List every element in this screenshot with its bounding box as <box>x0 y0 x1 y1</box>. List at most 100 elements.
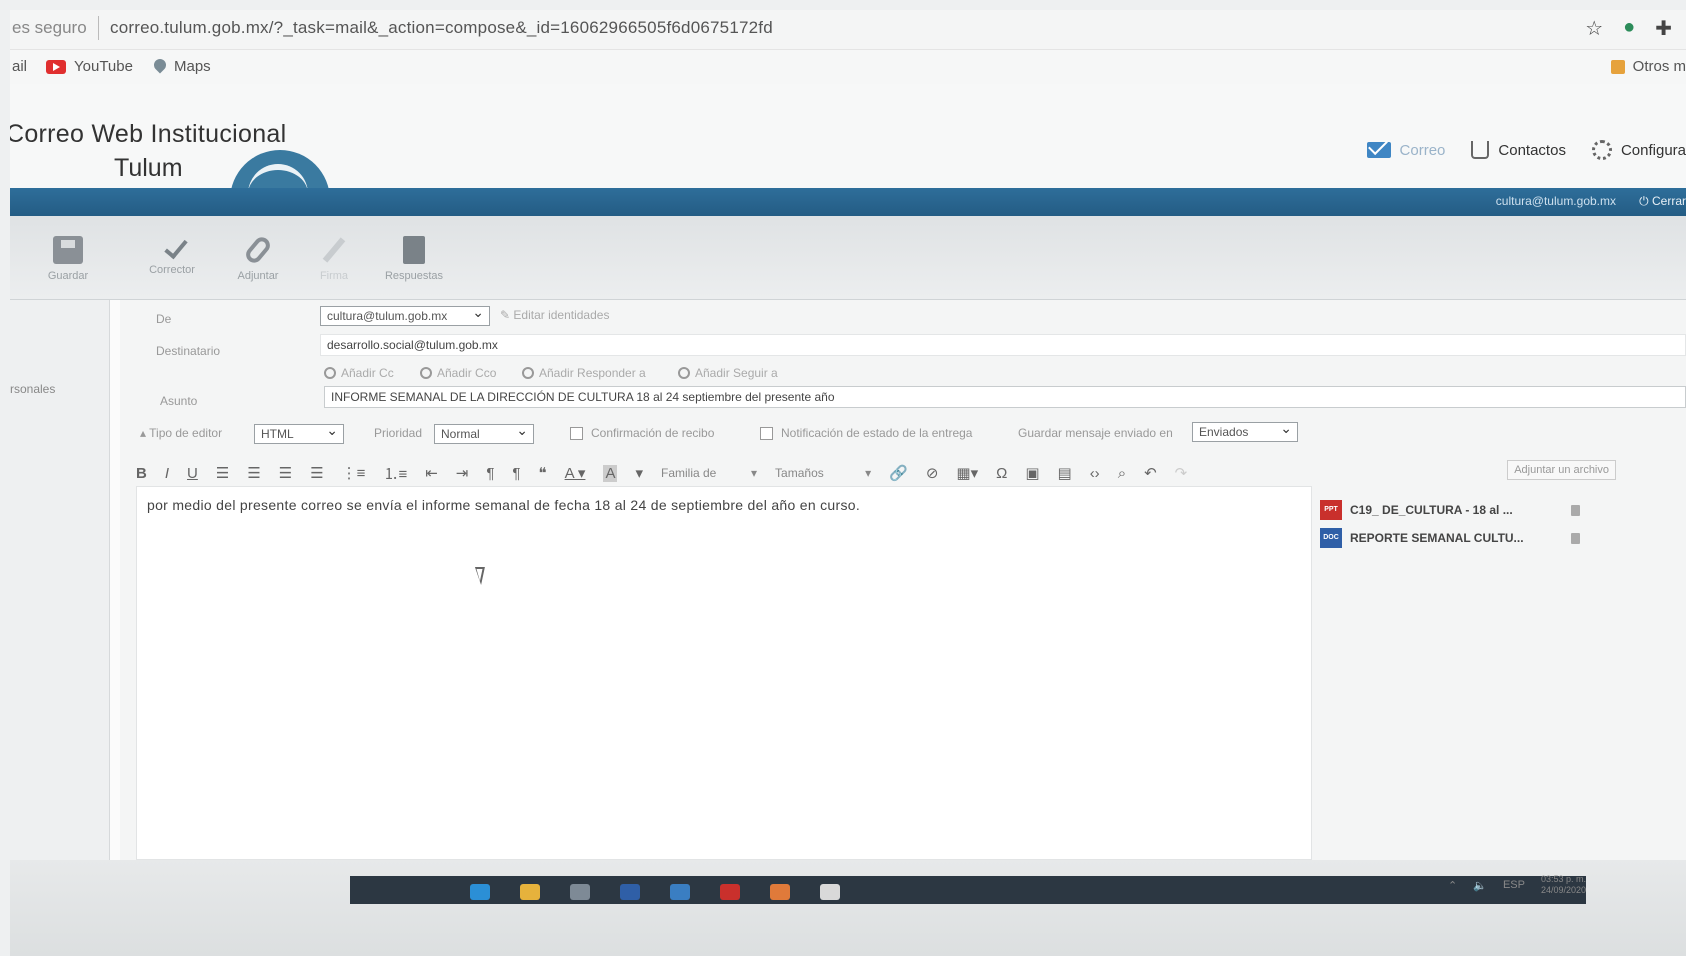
image-icon[interactable]: ▣ <box>1025 464 1039 482</box>
blockquote-icon[interactable]: ❝ <box>538 464 546 482</box>
nav-contacts[interactable]: Contactos <box>1471 141 1566 159</box>
powerpoint-icon[interactable] <box>720 884 740 900</box>
language-indicator[interactable]: ESP <box>1503 879 1525 891</box>
align-left-icon[interactable]: ☰ <box>216 464 229 482</box>
align-right-icon[interactable]: ☰ <box>279 464 292 482</box>
redo-icon[interactable]: ↷ <box>1175 464 1188 482</box>
italic-icon[interactable]: I <box>165 465 169 482</box>
bookmark-youtube[interactable]: YouTube <box>46 58 133 75</box>
monitor-bezel <box>10 860 1686 956</box>
add-cc-link[interactable]: Añadir Cc <box>324 366 394 380</box>
bookmark-label: Maps <box>174 58 211 75</box>
ltr-icon[interactable]: ¶ <box>512 465 520 482</box>
map-pin-icon <box>154 59 166 75</box>
address-separator <box>98 16 99 40</box>
url-field[interactable]: correo.tulum.gob.mx/?_task=mail&_action=… <box>110 18 773 38</box>
add-reply-to-link[interactable]: Añadir Responder a <box>522 366 646 380</box>
text-color-icon[interactable]: A ▾ <box>565 464 586 482</box>
clock[interactable]: 03:53 p. m. 24/09/2020 <box>1541 874 1586 896</box>
subject-field[interactable]: INFORME SEMANAL DE LA DIRECCIÓN DE CULTU… <box>324 386 1686 408</box>
bold-icon[interactable]: B <box>136 465 147 482</box>
spellcheck-button[interactable]: Corrector <box>132 234 212 276</box>
nav-label: Contactos <box>1498 141 1566 159</box>
edit-identities-link[interactable]: ✎ Editar identidades <box>500 308 609 322</box>
highlight-dropdown-icon[interactable]: ▾ <box>635 464 643 482</box>
align-justify-icon[interactable]: ☰ <box>310 464 323 482</box>
bookmark-maps[interactable]: Maps <box>154 58 211 75</box>
attach-button[interactable]: Adjuntar <box>218 234 298 282</box>
special-char-icon[interactable]: Ω <box>996 465 1007 482</box>
file-explorer-icon[interactable] <box>520 884 540 900</box>
signature-button[interactable]: Firma <box>294 236 374 282</box>
indent-icon[interactable]: ⇥ <box>456 464 469 482</box>
add-followup-link[interactable]: Añadir Seguir a <box>678 366 778 380</box>
to-field[interactable]: desarrollo.social@tulum.gob.mx <box>320 334 1686 356</box>
bookmark-gmail[interactable]: ail <box>12 58 27 75</box>
editor-type-select[interactable]: HTML <box>254 422 344 444</box>
attachment-item[interactable]: DOC REPORTE SEMANAL CULTU... <box>1320 524 1580 552</box>
delivery-status-checkbox[interactable] <box>760 427 773 441</box>
attachment-item[interactable]: PPT C19_ DE_CULTURA - 18 al ... <box>1320 496 1580 524</box>
underline-icon[interactable]: U <box>187 465 198 482</box>
attachment-name[interactable]: REPORTE SEMANAL CULTU... <box>1350 531 1524 545</box>
undo-icon[interactable]: ↶ <box>1144 464 1157 482</box>
word-icon[interactable] <box>620 884 640 900</box>
responses-button[interactable]: Respuestas <box>374 236 454 282</box>
bullet-list-icon[interactable]: ⋮≡ <box>342 464 366 482</box>
youtube-icon <box>46 59 66 74</box>
trash-icon[interactable] <box>1571 504 1580 516</box>
media-icon[interactable]: ▤ <box>1058 464 1072 482</box>
security-status[interactable]: es seguro <box>12 18 87 38</box>
chrome-icon[interactable] <box>820 884 840 900</box>
outdent-icon[interactable]: ⇤ <box>425 464 438 482</box>
message-editor[interactable]: por medio del presente correo se envía e… <box>136 486 1312 860</box>
edge-icon[interactable] <box>470 884 490 900</box>
link-label: Añadir Seguir a <box>695 366 778 380</box>
mouse-cursor-icon <box>471 567 485 585</box>
delivery-status-option[interactable]: Notificación de estado de la entrega <box>760 426 972 441</box>
add-icon <box>678 367 690 379</box>
store-icon[interactable] <box>570 884 590 900</box>
rtl-icon[interactable]: ¶ <box>486 465 494 482</box>
star-icon[interactable]: ☆ <box>1585 16 1603 41</box>
logout-button[interactable]: ⏻ Cerrar <box>1639 194 1686 209</box>
unlink-icon[interactable]: ⊘ <box>926 464 939 482</box>
source-code-icon[interactable]: ‹› <box>1090 465 1100 482</box>
save-button[interactable]: Guardar <box>28 236 108 282</box>
table-icon[interactable]: ▦▾ <box>956 464 978 482</box>
app-title: Correo Web Institucional <box>10 120 287 148</box>
font-size-select[interactable]: Tamaños ▾ <box>775 466 871 480</box>
nav-mail[interactable]: Correo <box>1366 142 1445 159</box>
attach-file-button[interactable]: Adjuntar un archivo <box>1507 460 1616 480</box>
add-bcc-link[interactable]: Añadir Cco <box>420 366 496 380</box>
read-receipt-checkbox[interactable] <box>570 427 583 441</box>
trash-icon[interactable] <box>1571 532 1580 544</box>
find-icon[interactable]: ⌕ <box>1118 465 1126 482</box>
volume-icon[interactable]: 🔈 <box>1473 879 1487 892</box>
extension-icon[interactable]: ● <box>1623 16 1635 41</box>
link-label: Añadir Responder a <box>539 366 646 380</box>
message-body[interactable]: por medio del presente correo se envía e… <box>147 497 860 513</box>
sidebar-item-personal[interactable]: rsonales <box>10 382 55 396</box>
numbered-list-icon[interactable]: ⒈≡ <box>383 463 407 484</box>
bookmark-other[interactable]: Otros m <box>1610 58 1686 75</box>
puzzle-icon[interactable]: ✚ <box>1655 16 1672 41</box>
mail-icon <box>1366 142 1391 158</box>
outlook-icon[interactable] <box>670 884 690 900</box>
align-center-icon[interactable]: ☰ <box>247 464 260 482</box>
priority-select[interactable]: Normal <box>434 422 534 444</box>
nav-settings[interactable]: Configura <box>1591 140 1686 160</box>
font-family-select[interactable]: Familia de ▾ <box>661 466 757 480</box>
link-icon[interactable]: 🔗 <box>889 464 908 482</box>
firefox-icon[interactable] <box>770 884 790 900</box>
read-receipt-option[interactable]: Confirmación de recibo <box>570 426 714 441</box>
from-select[interactable]: cultura@tulum.gob.mx <box>320 304 490 326</box>
highlight-color-icon[interactable]: A <box>603 464 618 482</box>
attachment-list: PPT C19_ DE_CULTURA - 18 al ... DOC REPO… <box>1320 496 1580 552</box>
priority-label: Prioridad <box>374 426 423 440</box>
save-sent-select[interactable]: Enviados <box>1192 420 1298 442</box>
add-icon <box>324 367 336 379</box>
attachment-name[interactable]: C19_ DE_CULTURA - 18 al ... <box>1350 503 1513 517</box>
network-icon[interactable]: ⌃ <box>1448 879 1457 892</box>
tool-label: Firma <box>319 270 349 282</box>
